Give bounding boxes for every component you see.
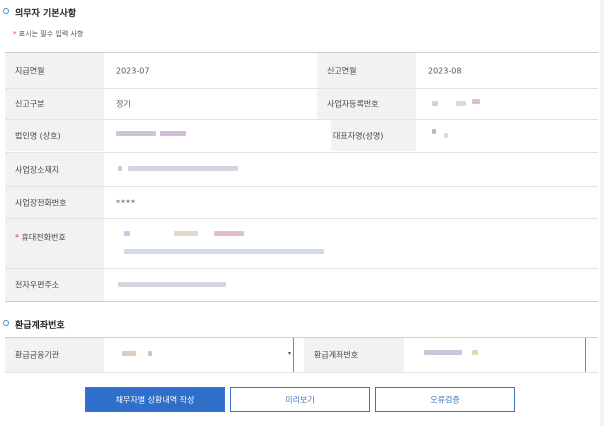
required-mark: * xyxy=(13,30,17,38)
verify-errors-button[interactable]: 오류검증 xyxy=(375,387,515,412)
value-mobile-redacted xyxy=(104,219,389,268)
value-biz-address-redacted xyxy=(104,153,404,186)
create-repayment-details-button[interactable]: 채무자별 상환내역 작성 xyxy=(85,387,225,412)
value-report-type: 정기 xyxy=(116,99,131,109)
label-mobile-text: 휴대전화번호 xyxy=(21,233,66,242)
value-biz-phone: **** xyxy=(116,198,136,207)
required-note: * 표시는 필수 입력 사항 xyxy=(13,29,83,39)
bullet-icon xyxy=(3,8,9,14)
label-refund-account: 환급계좌번호 xyxy=(304,338,404,372)
section-title-refund-account: 환급계좌번호 xyxy=(3,318,65,331)
label-biz-reg-no: 사업자등록번호 xyxy=(317,89,416,119)
label-biz-phone: 사업장전화번호 xyxy=(5,187,104,218)
value-email-redacted xyxy=(104,269,389,301)
preview-button[interactable]: 미리보기 xyxy=(230,387,370,412)
section-title-text: 의무자 기본사항 xyxy=(15,9,77,19)
label-report-month: 신고연월 xyxy=(317,53,416,88)
value-corp-name-redacted xyxy=(104,120,329,151)
label-corp-name: 법인명 (상호) xyxy=(5,120,104,151)
label-report-type: 신고구분 xyxy=(5,89,104,119)
form-bottom-border xyxy=(5,301,598,302)
label-email: 전자우편주소 xyxy=(5,269,104,301)
section-title-text: 환급계좌번호 xyxy=(15,321,65,331)
label-biz-address: 사업장소재지 xyxy=(5,153,104,186)
value-biz-reg-no-redacted xyxy=(416,89,598,119)
value-report-month: 2023-08 xyxy=(428,66,462,75)
label-pay-month: 지급연월 xyxy=(5,53,104,88)
chevron-down-icon: ▾ xyxy=(287,350,291,357)
label-rep-name: 대표자명(성명) xyxy=(331,120,416,151)
required-note-text: 표시는 필수 입력 사항 xyxy=(18,30,84,38)
value-rep-name-redacted xyxy=(416,120,598,151)
label-refund-bank: 환급금융기관 xyxy=(5,338,104,372)
section-title-basic-info: 의무자 기본사항 xyxy=(3,6,77,19)
value-pay-month: 2023-07 xyxy=(116,66,150,75)
bullet-icon xyxy=(3,320,9,326)
required-mark: * xyxy=(15,233,19,242)
scrollbar-track[interactable] xyxy=(600,0,604,426)
refund-bottom-border xyxy=(5,372,598,373)
refund-account-input[interactable] xyxy=(404,338,586,372)
refund-bank-select[interactable]: ▾ xyxy=(104,338,294,372)
label-mobile: * 휴대전화번호 xyxy=(5,219,104,268)
